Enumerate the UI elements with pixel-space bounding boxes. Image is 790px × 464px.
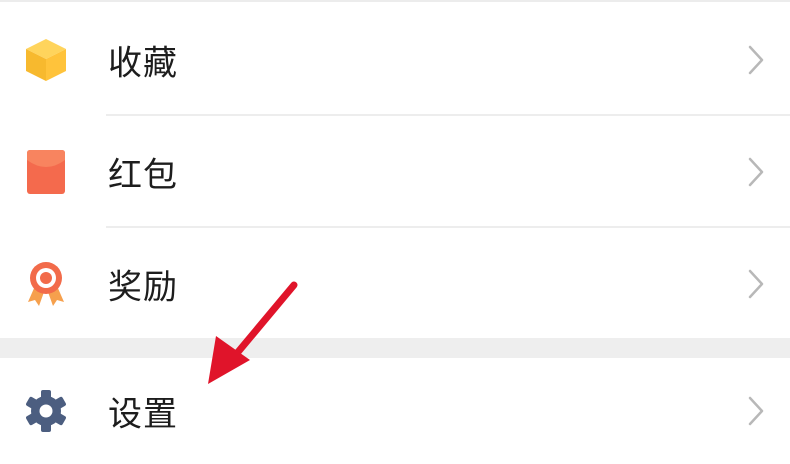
red-packet-icon [22, 148, 70, 196]
chevron-right-icon [746, 395, 766, 427]
menu-item-label: 设置 [108, 394, 178, 435]
gear-icon [22, 387, 70, 435]
menu-item-red-packet[interactable]: 红包 [0, 116, 790, 228]
chevron-right-icon [746, 44, 766, 76]
menu-item-label: 红包 [108, 155, 178, 196]
award-medal-icon [22, 260, 70, 308]
menu-item-favorites[interactable]: 收藏 [0, 4, 790, 116]
section-gap [0, 338, 790, 358]
favorites-cube-icon [22, 36, 70, 84]
menu-item-settings[interactable]: 设置 [0, 358, 790, 464]
menu-item-label: 收藏 [108, 43, 178, 84]
me-page-menu: 收藏 红包 奖励 设置 [0, 0, 790, 464]
menu-item-rewards[interactable]: 奖励 [0, 228, 790, 340]
chevron-right-icon [746, 268, 766, 300]
menu-item-label: 奖励 [108, 267, 178, 308]
top-divider [0, 0, 790, 2]
chevron-right-icon [746, 156, 766, 188]
